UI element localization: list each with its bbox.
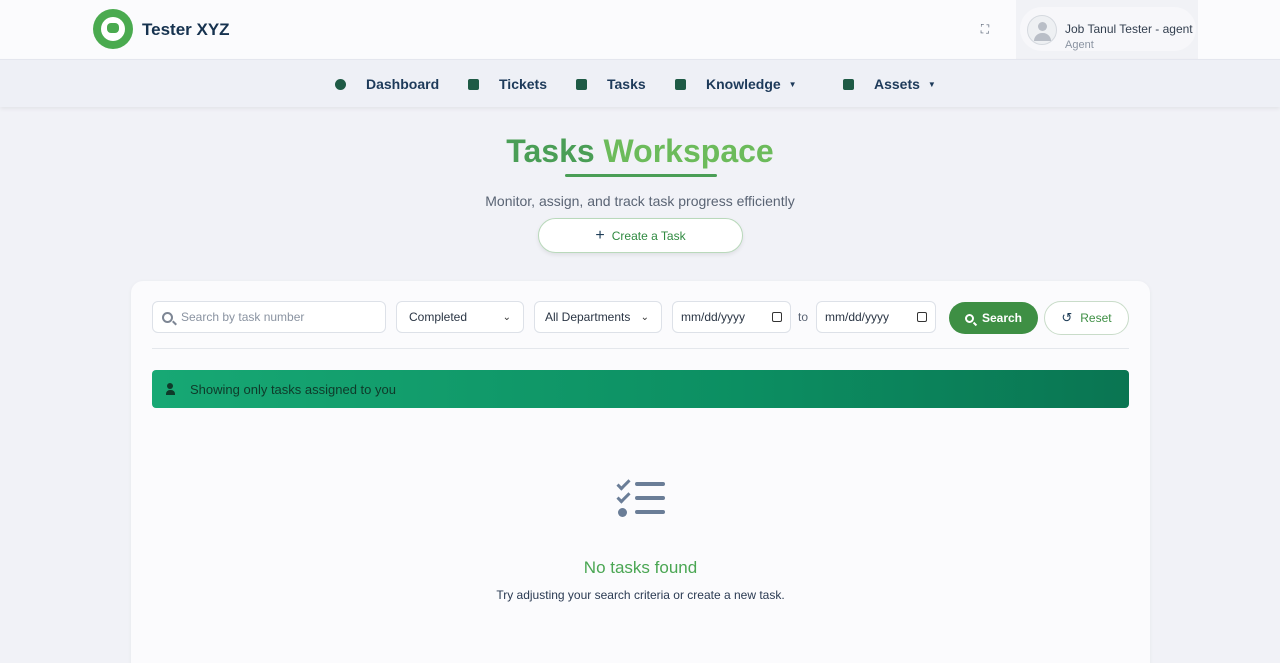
nav-item-dashboard[interactable]: Dashboard: [335, 75, 439, 93]
avatar: [1027, 15, 1057, 45]
chevron-down-icon: ⌄: [640, 311, 649, 323]
reset-button-label: Reset: [1080, 311, 1112, 325]
department-value: All Departments: [545, 310, 631, 324]
status-select[interactable]: Completed ⌄: [396, 301, 524, 333]
task-list-icon: [616, 476, 665, 519]
empty-state-title: No tasks found: [583, 558, 698, 577]
search-input[interactable]: Search by task number: [152, 301, 386, 333]
plus-icon: +: [595, 226, 605, 244]
ticket-icon: [468, 78, 479, 90]
empty-state-subtitle: Try adjusting your search criteria or cr…: [496, 588, 785, 602]
date-range-separator: to: [798, 310, 809, 324]
nav-item-tickets[interactable]: Tickets: [468, 75, 547, 93]
divider: [152, 348, 1129, 349]
chevron-down-icon: ▼: [927, 79, 936, 89]
date-from-value: mm/dd/yyyy: [681, 310, 746, 324]
title-underline: [565, 174, 717, 177]
assigned-banner: Showing only tasks assigned to you: [152, 370, 1129, 408]
search-button[interactable]: Search: [949, 302, 1038, 334]
search-button-label: Search: [981, 311, 1023, 325]
chevron-down-icon: ⌄: [502, 311, 511, 323]
briefcase-icon: [843, 78, 854, 90]
user-menu[interactable]: Job Tanul Tester - agent Agent: [1016, 0, 1198, 59]
reset-icon: ↺: [1061, 310, 1073, 325]
chevron-down-icon: ▼: [788, 79, 797, 89]
tasks-icon: [576, 78, 587, 90]
reset-button[interactable]: ↺ Reset: [1044, 301, 1129, 335]
banner-text: Showing only tasks assigned to you: [190, 381, 396, 397]
page-title-part1: Tasks: [506, 133, 595, 169]
search-icon: [964, 313, 974, 323]
status-value: Completed: [409, 310, 468, 324]
nav-item-assets[interactable]: Assets ▼: [843, 75, 936, 93]
user-name: Job Tanul Tester - agent: [1065, 22, 1193, 36]
search-icon: [162, 311, 173, 323]
fullscreen-icon[interactable]: ⛶: [978, 22, 992, 36]
department-select[interactable]: All Departments ⌄: [534, 301, 662, 333]
nav-item-label: Assets: [874, 76, 920, 92]
create-task-label: Create a Task: [611, 228, 686, 243]
page-title: Tasks Workspace: [0, 133, 1280, 170]
calendar-icon[interactable]: [772, 312, 782, 322]
user-role: Agent: [1065, 39, 1094, 51]
user-check-icon: [166, 383, 180, 395]
nav-item-label: Tickets: [499, 76, 547, 92]
nav-item-knowledge[interactable]: Knowledge ▼: [675, 75, 797, 93]
nav-item-label: Dashboard: [366, 76, 440, 92]
book-icon: [675, 78, 686, 90]
nav-item-label: Tasks: [607, 76, 646, 92]
page-subtitle: Monitor, assign, and track task progress…: [485, 193, 795, 209]
brand-logo-icon[interactable]: [93, 9, 133, 49]
tasks-card: Search by task number Completed ⌄ All De…: [131, 281, 1150, 663]
top-bar: Tester XYZ ⛶ Job Tanul Tester - agent Ag…: [0, 0, 1280, 59]
nav-item-tasks[interactable]: Tasks: [576, 75, 646, 93]
nav-item-label: Knowledge: [706, 76, 781, 92]
date-from-input[interactable]: mm/dd/yyyy: [672, 301, 791, 333]
date-to-value: mm/dd/yyyy: [825, 310, 890, 324]
calendar-icon[interactable]: [917, 312, 927, 322]
page-title-part2: Workspace: [603, 133, 774, 169]
dashboard-icon: [335, 78, 346, 90]
date-to-input[interactable]: mm/dd/yyyy: [816, 301, 936, 333]
search-placeholder: Search by task number: [181, 310, 305, 324]
brand-name[interactable]: Tester XYZ: [142, 20, 230, 40]
create-task-button[interactable]: + Create a Task: [538, 218, 743, 253]
main-nav: Dashboard Tickets Tasks Knowledge ▼ Asse…: [0, 59, 1280, 107]
